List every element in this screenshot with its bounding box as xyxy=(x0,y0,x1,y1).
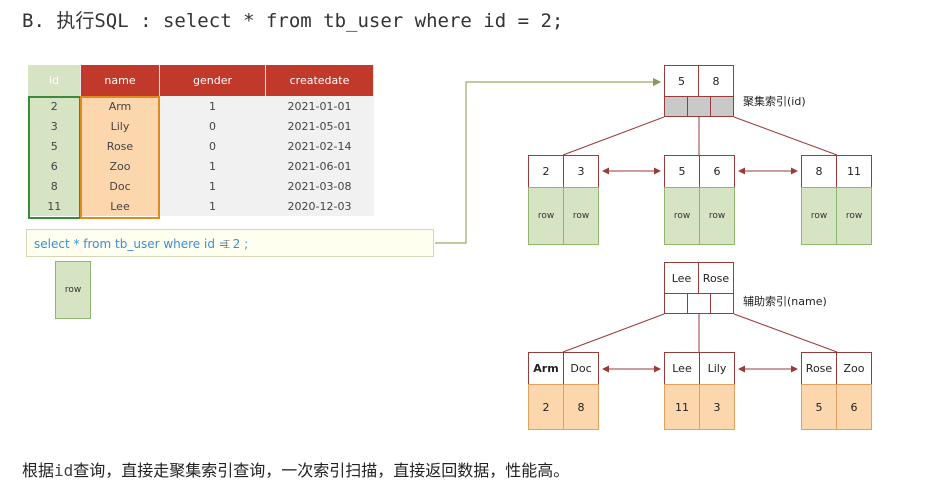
secondary-leaf-key: Arm xyxy=(528,352,564,385)
clustered-root-key: 8 xyxy=(698,65,734,97)
secondary-root-pointer xyxy=(687,293,711,314)
secondary-leaf-id: 6 xyxy=(836,384,872,430)
clustered-root-pointer xyxy=(687,96,711,117)
clustered-leaf-row: row xyxy=(699,187,735,245)
clustered-leaf-row: row xyxy=(664,187,700,245)
secondary-leaf-key: Zoo xyxy=(836,352,872,385)
secondary-branch-left xyxy=(562,313,665,353)
clustered-leaf-key: 6 xyxy=(699,155,735,188)
secondary-leaf-id: 2 xyxy=(528,384,564,430)
clustered-root-key: 5 xyxy=(664,65,699,97)
secondary-root-key: Rose xyxy=(698,262,734,294)
clustered-leaf-row: row xyxy=(563,187,599,245)
secondary-index-label: 辅助索引(name) xyxy=(743,295,827,308)
secondary-leaf-key: Doc xyxy=(563,352,599,385)
clustered-root-pointer xyxy=(710,96,734,117)
secondary-leaf-id: 11 xyxy=(664,384,700,430)
clustered-root-pointer xyxy=(664,96,688,117)
footer-code: id xyxy=(54,461,74,480)
secondary-leaf-id: 5 xyxy=(801,384,837,430)
clustered-index-label: 聚集索引(id) xyxy=(743,95,806,108)
secondary-root-key: Lee xyxy=(664,262,699,294)
clustered-leaf-key: 11 xyxy=(836,155,872,188)
footer-note: 根据id查询，直接走聚集索引查询，一次索引扫描，直接返回数据，性能高。 xyxy=(22,457,569,481)
secondary-leaf-key: Lee xyxy=(664,352,700,385)
secondary-root-pointer xyxy=(664,293,688,314)
clustered-leaf-key: 5 xyxy=(664,155,700,188)
secondary-branch-right xyxy=(733,313,838,353)
clustered-leaf-row: row xyxy=(836,187,872,245)
secondary-leaf-id: 8 xyxy=(563,384,599,430)
footer-part1: 根据 xyxy=(22,461,55,480)
secondary-root-pointer xyxy=(710,293,734,314)
clustered-leaf-row: row xyxy=(801,187,837,245)
clustered-branch-right xyxy=(733,116,838,156)
secondary-leaf-id: 3 xyxy=(699,384,735,430)
secondary-leaf-key: Lily xyxy=(699,352,735,385)
connector-lines xyxy=(435,77,838,373)
clustered-branch-left xyxy=(562,116,665,156)
clustered-leaf-row: row xyxy=(528,187,564,245)
clustered-leaf-key: 3 xyxy=(563,155,599,188)
secondary-leaf-key: Rose xyxy=(801,352,837,385)
footer-part2: 查询，直接走聚集索引查询，一次索引扫描，直接返回数据，性能高。 xyxy=(73,461,570,480)
clustered-leaf-key: 2 xyxy=(528,155,564,188)
clustered-leaf-key: 8 xyxy=(801,155,837,188)
